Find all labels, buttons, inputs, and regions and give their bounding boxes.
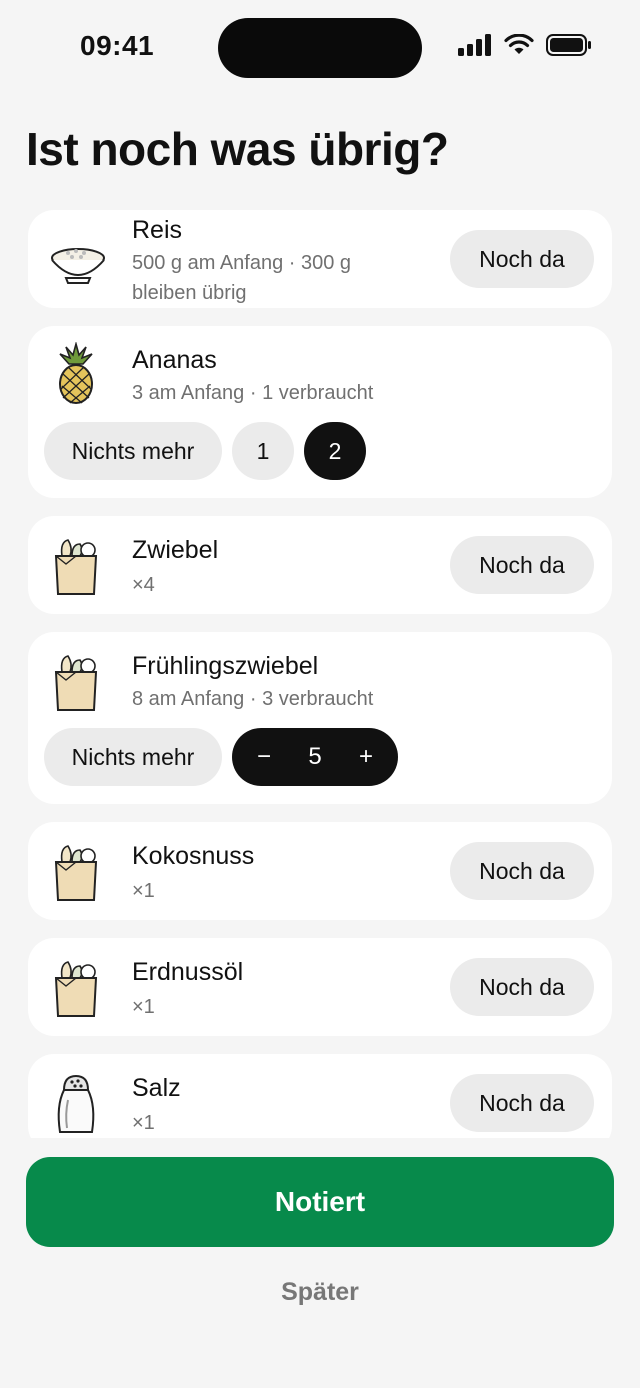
salt-shaker-icon [57, 1074, 95, 1133]
nothing-left-button[interactable]: Nichts mehr [44, 422, 222, 480]
grocery-bag-icon [54, 655, 98, 711]
list-item: Salz ×1 Noch da [28, 1054, 612, 1138]
dynamic-island [218, 18, 422, 78]
list-item: Reis 500 g am Anfang · 300 g bleiben übr… [28, 210, 612, 308]
quantity-option-2-selected[interactable]: 2 [304, 422, 366, 480]
grocery-bag-icon [54, 845, 98, 901]
list-item: Zwiebel ×4 Noch da [28, 516, 612, 614]
list-item: Ananas 3 am Anfang · 1 verbraucht Nichts… [28, 326, 612, 498]
item-detail: ×1 [132, 996, 155, 1018]
item-detail: ×1 [132, 1112, 155, 1134]
item-name: Frühlingszwiebel [132, 652, 319, 680]
signal-icon [458, 34, 491, 56]
increment-button[interactable]: + [334, 743, 398, 771]
nothing-left-button[interactable]: Nichts mehr [44, 728, 222, 786]
item-name: Erdnussöl [132, 958, 244, 986]
page-title: Ist noch was übrig? [26, 123, 449, 175]
list-item: Frühlingszwiebel 8 am Anfang · 3 verbrau… [28, 632, 612, 804]
item-detail: ×1 [132, 880, 155, 902]
status-bar: 09:41 [0, 0, 640, 96]
battery-icon [546, 34, 591, 56]
grocery-bag-icon [54, 961, 98, 1017]
item-list[interactable]: Reis 500 g am Anfang · 300 g bleiben übr… [28, 210, 612, 1138]
still-there-button[interactable]: Noch da [450, 230, 594, 288]
quantity-stepper[interactable]: − 5 + [232, 728, 398, 786]
item-name: Zwiebel [132, 536, 219, 564]
item-detail: 500 g am Anfang · 300 g bleiben übrig [132, 252, 352, 304]
list-item: Erdnussöl ×1 Noch da [28, 938, 612, 1036]
later-link[interactable]: Später [0, 1278, 640, 1307]
still-there-button[interactable]: Noch da [450, 536, 594, 594]
quantity-option-1[interactable]: 1 [232, 422, 294, 480]
still-there-button[interactable]: Noch da [450, 842, 594, 900]
grocery-bag-icon [54, 539, 98, 595]
noted-button[interactable]: Notiert [26, 1157, 614, 1247]
rice-bowl-icon [51, 248, 105, 284]
list-item: Kokosnuss ×1 Noch da [28, 822, 612, 920]
status-time: 09:41 [80, 30, 155, 61]
item-name: Kokosnuss [132, 842, 255, 870]
item-name: Salz [132, 1074, 181, 1102]
status-icons [458, 34, 592, 56]
wifi-icon [504, 34, 534, 54]
pineapple-icon [59, 342, 93, 404]
item-detail: 8 am Anfang · 3 verbraucht [132, 688, 374, 710]
item-name: Ananas [132, 346, 217, 374]
stepper-value: 5 [308, 743, 322, 770]
item-detail: ×4 [132, 574, 155, 596]
still-there-button[interactable]: Noch da [450, 1074, 594, 1132]
item-name: Reis [132, 216, 183, 244]
still-there-button[interactable]: Noch da [450, 958, 594, 1016]
item-detail: 3 am Anfang · 1 verbraucht [132, 382, 374, 404]
decrement-button[interactable]: − [232, 743, 296, 771]
